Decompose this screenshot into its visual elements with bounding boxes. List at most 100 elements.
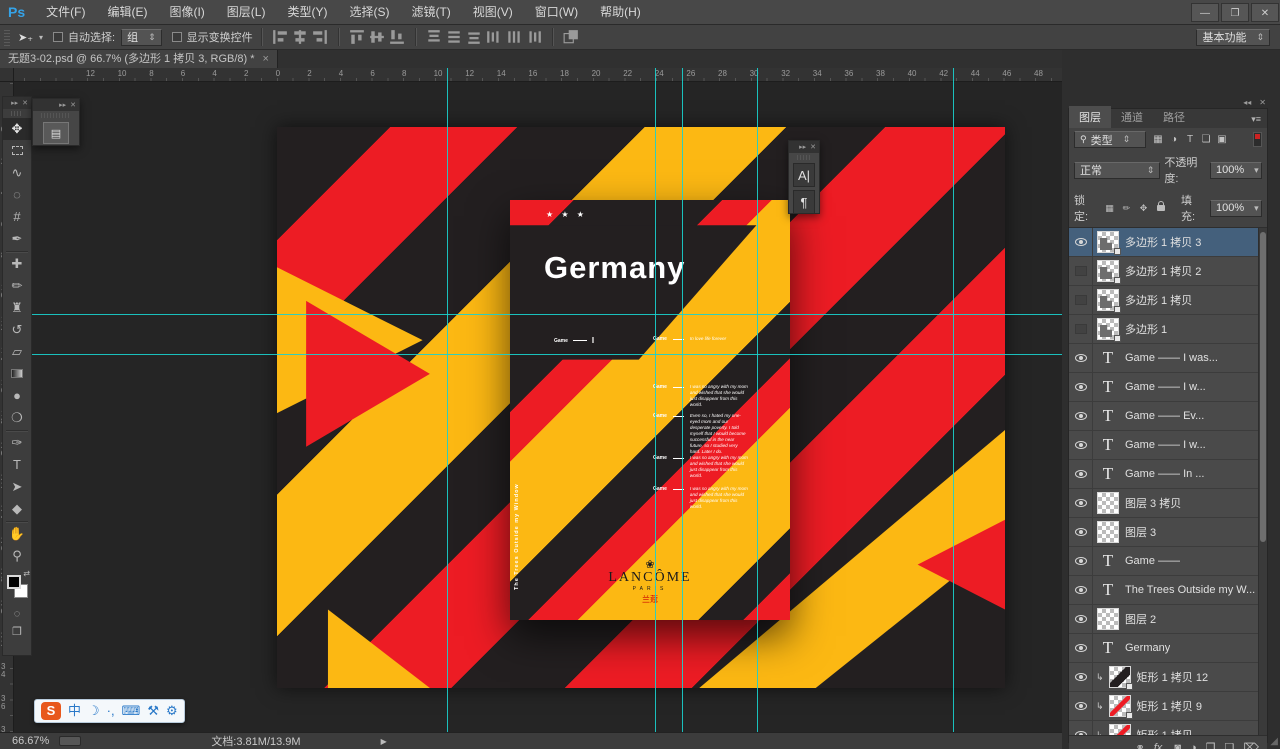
link-layers-icon[interactable]: ⚭ bbox=[1136, 741, 1145, 749]
layer-row[interactable]: TGame —— I w... bbox=[1069, 431, 1267, 460]
diag-red-layer-thumbnail[interactable] bbox=[1109, 695, 1131, 717]
layer-row[interactable]: 图层 3 拷贝 bbox=[1069, 489, 1267, 518]
shape-layer-thumbnail[interactable] bbox=[1097, 289, 1119, 311]
crop-tool[interactable]: # bbox=[3, 206, 31, 228]
lasso-tool[interactable]: ∿ bbox=[3, 162, 31, 184]
close-panel-icon[interactable]: ✕ bbox=[810, 143, 816, 151]
layer-row[interactable]: 多边形 1 拷贝 2 bbox=[1069, 257, 1267, 286]
layer-row[interactable]: ↳矩形 1 拷贝 12 bbox=[1069, 663, 1267, 692]
menu-item[interactable]: 文件(F) bbox=[35, 0, 96, 25]
lock-move-icon[interactable]: ✥ bbox=[1137, 203, 1150, 214]
show-transform-checkbox[interactable] bbox=[172, 32, 182, 42]
eye-icon[interactable] bbox=[1075, 528, 1087, 536]
visibility-cell[interactable] bbox=[1069, 721, 1093, 735]
layer-row[interactable]: TGame —— In ... bbox=[1069, 460, 1267, 489]
menu-item[interactable]: 滤镜(T) bbox=[400, 0, 461, 25]
sogou-logo[interactable]: S bbox=[41, 702, 61, 720]
eye-icon[interactable] bbox=[1075, 702, 1087, 710]
visibility-cell[interactable] bbox=[1069, 634, 1093, 662]
panel-grip[interactable] bbox=[11, 111, 23, 116]
paragraph-panel-icon[interactable]: ¶ bbox=[793, 190, 815, 214]
gradient-tool[interactable] bbox=[3, 363, 31, 385]
guide-vertical[interactable] bbox=[682, 68, 683, 732]
type-filter-icon[interactable]: T bbox=[1182, 134, 1198, 145]
pen-tool[interactable]: ✑ bbox=[3, 432, 31, 454]
eye-icon[interactable] bbox=[1075, 470, 1087, 478]
fill-field[interactable]: 100%▾ bbox=[1210, 200, 1262, 217]
text-layer-thumbnail[interactable]: T bbox=[1097, 463, 1119, 485]
visibility-cell[interactable] bbox=[1069, 663, 1093, 691]
ime-icon[interactable]: ⚙ bbox=[166, 701, 178, 721]
shape-filter-icon[interactable]: ❏ bbox=[1198, 134, 1214, 145]
poster-artwork[interactable]: ★ ★ ★ Germany Game I GameIn love life fo… bbox=[510, 200, 790, 620]
distribute-horizontal-centers-icon[interactable] bbox=[506, 29, 522, 45]
distribute-bottom-icon[interactable] bbox=[466, 29, 482, 45]
visibility-cell[interactable] bbox=[1069, 576, 1093, 604]
eye-icon[interactable] bbox=[1075, 354, 1087, 362]
workspace-switcher[interactable]: 基本功能⇕ bbox=[1196, 29, 1270, 46]
options-grip[interactable] bbox=[4, 28, 10, 46]
layer-row[interactable]: TGame —— I w... bbox=[1069, 373, 1267, 402]
brush-tool[interactable]: ✏ bbox=[3, 275, 31, 297]
visibility-cell[interactable] bbox=[1069, 257, 1093, 285]
panel-menu-icon[interactable]: ▾≡ bbox=[1251, 114, 1267, 128]
guide-vertical[interactable] bbox=[953, 68, 954, 732]
align-horizontal-centers-icon[interactable] bbox=[292, 29, 308, 45]
align-left-edges-icon[interactable] bbox=[272, 29, 288, 45]
ime-icon[interactable]: ⚒ bbox=[147, 701, 159, 721]
hand-tool[interactable]: ✋ bbox=[3, 523, 31, 545]
eye-icon[interactable] bbox=[1075, 383, 1087, 391]
collapse-panel-icon[interactable]: ▸▸ bbox=[11, 99, 18, 107]
eye-icon[interactable] bbox=[1075, 499, 1087, 507]
collapse-dock-icon[interactable]: ◂◂ bbox=[1243, 98, 1251, 107]
eye-icon[interactable] bbox=[1075, 615, 1087, 623]
eye-icon[interactable] bbox=[1075, 412, 1087, 420]
shape-layer-thumbnail[interactable] bbox=[1097, 231, 1119, 253]
visibility-cell[interactable] bbox=[1069, 547, 1093, 575]
shape-layer-thumbnail[interactable] bbox=[1097, 260, 1119, 282]
menu-item[interactable]: 编辑(E) bbox=[96, 0, 158, 25]
visibility-cell[interactable] bbox=[1069, 373, 1093, 401]
visibility-cell[interactable] bbox=[1069, 489, 1093, 517]
auto-select-dropdown[interactable]: 组⇕ bbox=[121, 29, 162, 46]
distribute-vertical-centers-icon[interactable] bbox=[446, 29, 462, 45]
visibility-cell[interactable] bbox=[1069, 402, 1093, 430]
eye-icon[interactable] bbox=[1075, 557, 1087, 565]
text-layer-thumbnail[interactable]: T bbox=[1097, 550, 1119, 572]
text-layer-thumbnail[interactable]: T bbox=[1097, 579, 1119, 601]
new-group-icon[interactable]: ❒ bbox=[1206, 741, 1216, 749]
close-button[interactable]: ✕ bbox=[1251, 3, 1279, 22]
close-dock-icon[interactable]: ✕ bbox=[1259, 98, 1266, 107]
rectangular-marquee-tool[interactable] bbox=[3, 140, 31, 162]
menu-item[interactable]: 帮助(H) bbox=[589, 0, 652, 25]
layer-mask-icon[interactable]: ◙ bbox=[1174, 742, 1181, 749]
ime-icon[interactable]: ☽ bbox=[88, 701, 100, 721]
scrollbar-thumb[interactable] bbox=[1260, 232, 1266, 542]
guide-vertical[interactable] bbox=[655, 68, 656, 732]
eye-icon[interactable] bbox=[1075, 673, 1087, 681]
visibility-cell[interactable] bbox=[1069, 286, 1093, 314]
type-tool[interactable]: T bbox=[3, 454, 31, 476]
layer-row[interactable]: TGame —— Ev... bbox=[1069, 402, 1267, 431]
dodge-tool[interactable]: ❍ bbox=[3, 407, 31, 429]
auto-align-layers-icon[interactable] bbox=[563, 29, 579, 45]
layer-row[interactable]: 多边形 1 拷贝 3 bbox=[1069, 228, 1267, 257]
align-top-edges-icon[interactable] bbox=[349, 29, 365, 45]
tab-路径[interactable]: 路径 bbox=[1153, 106, 1195, 128]
pixel-filter-icon[interactable]: ▦ bbox=[1150, 134, 1166, 145]
guide-horizontal[interactable] bbox=[14, 314, 1062, 315]
layers-scrollbar[interactable] bbox=[1258, 228, 1267, 735]
align-bottom-edges-icon[interactable] bbox=[389, 29, 405, 45]
blend-mode-dropdown[interactable]: 正常⇕ bbox=[1074, 162, 1160, 179]
zoom-tool[interactable]: ⚲ bbox=[3, 545, 31, 567]
layer-row[interactable]: ↳矩形 1 拷贝 bbox=[1069, 721, 1267, 735]
clone-stamp-tool[interactable]: ♜ bbox=[3, 297, 31, 319]
align-vertical-centers-icon[interactable] bbox=[369, 29, 385, 45]
status-menu-arrow-icon[interactable]: ▶ bbox=[381, 737, 387, 746]
filter-type-dropdown[interactable]: ⚲ 类型 ⇕ bbox=[1074, 131, 1146, 148]
menu-item[interactable]: 视图(V) bbox=[462, 0, 524, 25]
close-panel-icon[interactable]: ✕ bbox=[70, 101, 76, 109]
document-tab[interactable]: 无题3-02.psd @ 66.7% (多边形 1 拷贝 3, RGB/8) *… bbox=[0, 50, 278, 68]
swap-colors-icon[interactable]: ⇄ bbox=[23, 569, 30, 578]
checker-layer-thumbnail[interactable] bbox=[1097, 521, 1119, 543]
